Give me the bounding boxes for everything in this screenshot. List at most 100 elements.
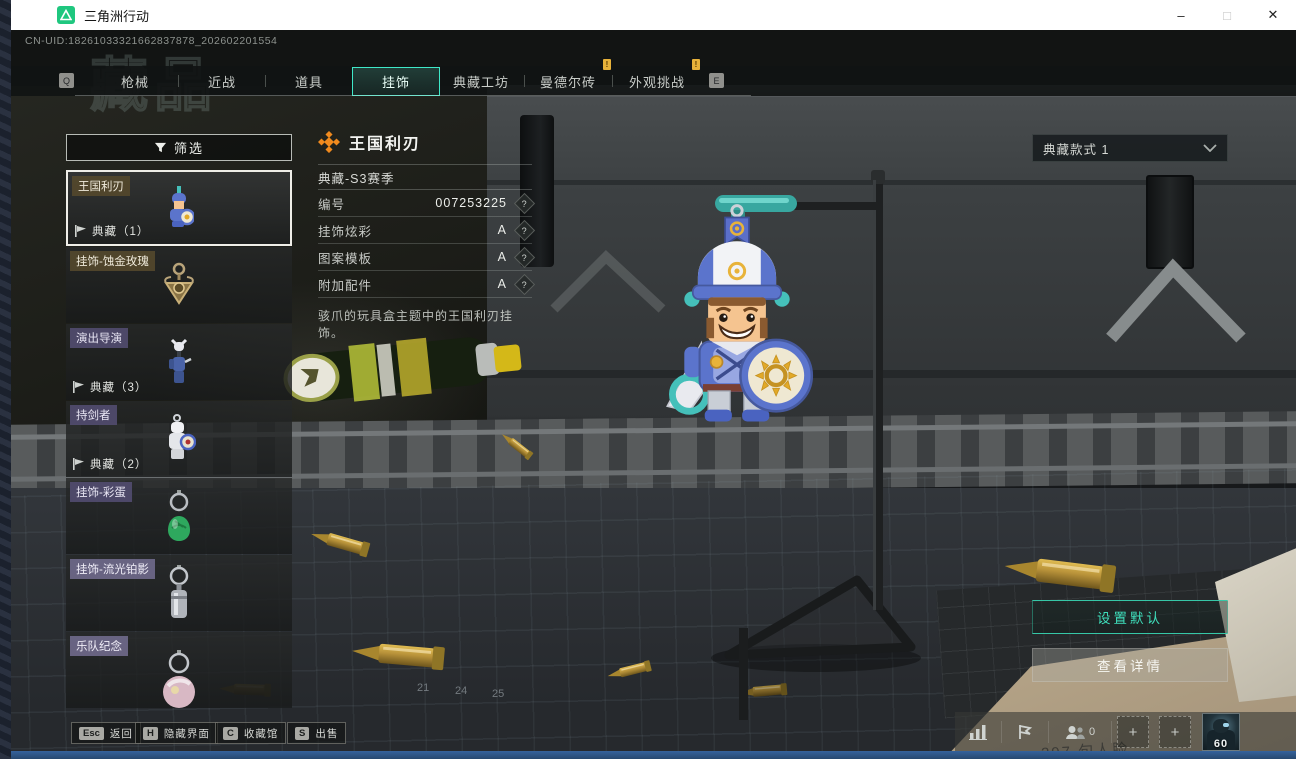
tab-melee[interactable]: 近战 bbox=[208, 66, 236, 96]
help-icon[interactable]: ? bbox=[514, 246, 535, 267]
bullet-prop bbox=[351, 638, 449, 672]
uid-text: CN-UID:18261033321662837878_202602201554 bbox=[25, 35, 277, 47]
row-value: A bbox=[498, 250, 507, 264]
shortcut-sell[interactable]: S 出售 bbox=[287, 722, 346, 744]
friends-count: 0 bbox=[1089, 726, 1095, 738]
item-name-badge: 演出导演 bbox=[70, 328, 128, 348]
detail-row-colorway: 挂饰炫彩 A ? bbox=[318, 217, 532, 244]
style-dropdown[interactable]: 典藏款式 1 bbox=[1032, 134, 1228, 162]
list-item-gilded-rose[interactable]: 挂饰-蚀金玫瑰 bbox=[66, 247, 292, 323]
toolbar-divider bbox=[1111, 721, 1112, 743]
filter-label: 筛选 bbox=[174, 138, 204, 157]
social-toolbar: 0 + + 60 bbox=[955, 712, 1296, 752]
tab-appearance-challenge[interactable]: 外观挑战 bbox=[629, 66, 685, 96]
row-value: A bbox=[498, 277, 507, 291]
background-crate-ridge bbox=[487, 180, 1296, 185]
gold-pendant-thumb bbox=[162, 261, 196, 309]
charm-list: 王国利刃 典藏（1） bbox=[66, 170, 292, 712]
bullet-prop bbox=[309, 526, 373, 559]
style-dropdown-value: 典藏款式 1 bbox=[1043, 139, 1109, 158]
item-name-badge: 挂饰-彩蛋 bbox=[70, 482, 132, 502]
item-name-badge: 挂饰-流光铂影 bbox=[70, 559, 155, 579]
window-titlebar: 三角洲行动 – □ ✕ bbox=[11, 0, 1296, 30]
team-slot-empty[interactable]: + bbox=[1159, 716, 1191, 748]
report-button[interactable] bbox=[1002, 724, 1048, 740]
friends-button[interactable]: 0 bbox=[1049, 725, 1111, 740]
list-item-kingdom-blade[interactable]: 王国利刃 典藏（1） bbox=[66, 170, 292, 246]
crate-chevron-icon bbox=[1101, 250, 1251, 345]
crate-chevron-faint-icon bbox=[546, 245, 671, 315]
shortcut-collection-hall[interactable]: C 收藏馆 bbox=[215, 722, 286, 744]
egg-charm-thumb bbox=[164, 490, 194, 542]
team-slot-empty[interactable]: + bbox=[1117, 716, 1149, 748]
row-label: 挂饰炫彩 bbox=[318, 221, 372, 240]
tab-charms-active[interactable]: 挂饰 bbox=[352, 67, 440, 96]
director-charm-thumb bbox=[166, 336, 192, 388]
tab-items[interactable]: 道具 bbox=[295, 66, 323, 96]
filter-button[interactable]: 筛选 bbox=[66, 134, 292, 161]
app-logo-icon bbox=[57, 6, 75, 24]
notification-badge: ! bbox=[692, 59, 700, 70]
close-button[interactable]: ✕ bbox=[1250, 0, 1296, 30]
game-window: 三角洲行动 – □ ✕ bbox=[11, 0, 1296, 759]
list-item-sword-bearer[interactable]: 持剑者 典藏（2） bbox=[66, 401, 292, 477]
c-keycap: C bbox=[223, 727, 238, 740]
band-charm-thumb bbox=[162, 650, 196, 708]
mat-number: 25 bbox=[492, 688, 504, 700]
kingdom-blade-charm bbox=[652, 192, 822, 430]
tier-row: 典藏（2） bbox=[72, 456, 147, 472]
player-avatar[interactable]: 60 bbox=[1202, 713, 1240, 751]
tab-next-key-hint: E bbox=[709, 73, 724, 88]
tab-collection-workshop[interactable]: 典藏工坊 bbox=[453, 66, 509, 96]
window-title: 三角洲行动 bbox=[84, 6, 149, 25]
friends-icon bbox=[1065, 725, 1085, 740]
background-blue-edge bbox=[11, 751, 1296, 759]
bullet-prop bbox=[738, 682, 789, 700]
avatar-visor bbox=[1223, 723, 1229, 727]
detail-row-serial: 编号 007253225 ? bbox=[318, 190, 532, 217]
help-icon[interactable]: ? bbox=[514, 219, 535, 240]
help-icon[interactable]: ? bbox=[514, 192, 535, 213]
tab-divider bbox=[612, 75, 613, 87]
bullet-prop bbox=[498, 430, 535, 463]
shortcut-hide-ui[interactable]: H 隐藏界面 bbox=[135, 722, 218, 744]
desktop-background bbox=[0, 0, 11, 759]
item-name-badge: 挂饰-蚀金玫瑰 bbox=[70, 251, 155, 271]
minimize-button[interactable]: – bbox=[1158, 0, 1204, 30]
h-keycap: H bbox=[143, 727, 158, 740]
flag-icon bbox=[1017, 724, 1033, 740]
bullet-prop bbox=[606, 659, 654, 683]
stats-button[interactable] bbox=[955, 724, 1001, 740]
detail-header: 王国利刃 bbox=[318, 126, 532, 158]
tab-weapons[interactable]: 枪械 bbox=[121, 66, 149, 96]
tab-mandel-brick[interactable]: 曼德尔砖 bbox=[540, 66, 596, 96]
maximize-button[interactable]: □ bbox=[1204, 0, 1250, 30]
list-item-easter-egg[interactable]: 挂饰-彩蛋 bbox=[66, 478, 292, 554]
s-keycap: S bbox=[295, 727, 309, 740]
background-crate-shadow bbox=[487, 415, 1296, 449]
tier-row: 典藏（1） bbox=[74, 223, 149, 239]
tab-divider bbox=[265, 75, 266, 87]
funnel-icon bbox=[154, 141, 167, 154]
help-icon[interactable]: ? bbox=[514, 273, 535, 294]
background-crate-ridge bbox=[487, 370, 1296, 378]
pennant-icon bbox=[72, 458, 85, 470]
knight-charm-thumb bbox=[164, 186, 194, 230]
shortcut-back[interactable]: Esc 返回 bbox=[71, 722, 141, 744]
row-label: 附加配件 bbox=[318, 275, 372, 294]
list-item-platinum-shadow[interactable]: 挂饰-流光铂影 bbox=[66, 555, 292, 631]
set-default-button[interactable]: 设置默认 bbox=[1032, 600, 1228, 634]
game-stage: 21 24 25 297 句人脸 bbox=[11, 30, 1296, 759]
list-item-show-director[interactable]: 演出导演 典藏（3） bbox=[66, 324, 292, 400]
tier-label: 典藏（1） bbox=[92, 223, 149, 239]
view-details-button[interactable]: 查看详情 bbox=[1032, 648, 1228, 682]
bar-chart-icon bbox=[969, 724, 987, 740]
charm-diamond-icon bbox=[318, 131, 340, 153]
bullet-prop bbox=[1001, 551, 1124, 595]
platinum-pendant-thumb bbox=[165, 565, 193, 621]
detail-description: 骇爪的玩具盒主题中的王国利刃挂饰。 bbox=[318, 307, 532, 341]
swordsman-charm-thumb bbox=[162, 414, 196, 464]
list-item-band-memorial[interactable]: 乐队纪念 bbox=[66, 632, 292, 708]
item-name-badge: 持剑者 bbox=[70, 405, 117, 425]
tab-divider bbox=[524, 75, 525, 87]
